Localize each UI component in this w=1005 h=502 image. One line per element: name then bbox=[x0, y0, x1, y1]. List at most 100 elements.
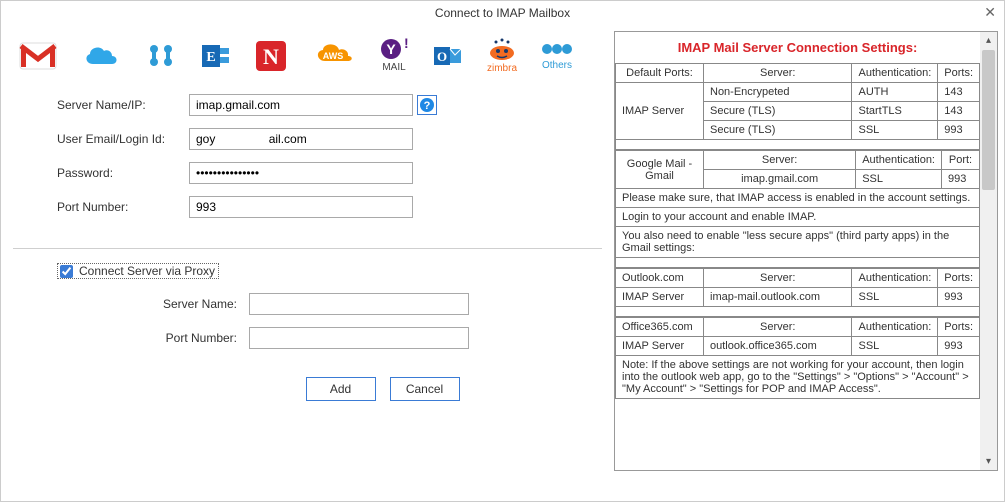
close-icon[interactable]: ✕ bbox=[984, 4, 996, 21]
scrollbar[interactable]: ▴ ▾ bbox=[980, 32, 997, 470]
t1-r1c2: Non-Encrypeted bbox=[704, 83, 852, 102]
provider-icons: E N AWS Y ! bbox=[13, 33, 602, 88]
t1-r3c2: Secure (TLS) bbox=[704, 121, 852, 140]
svg-text:N: N bbox=[263, 44, 279, 69]
t3-h2: Server: bbox=[704, 269, 852, 288]
t1-r1c4: 143 bbox=[938, 83, 980, 102]
proxy-checkbox[interactable] bbox=[60, 265, 73, 278]
provider-others-label: Others bbox=[542, 60, 572, 71]
provider-gmail[interactable] bbox=[19, 42, 57, 70]
window-title: Connect to IMAP Mailbox bbox=[435, 6, 570, 20]
t3-r1c3: SSL bbox=[852, 288, 938, 307]
user-input[interactable] bbox=[189, 128, 413, 150]
proxy-checkbox-label[interactable]: Connect Server via Proxy bbox=[57, 263, 219, 279]
port-label: Port Number: bbox=[57, 200, 189, 214]
titlebar: Connect to IMAP Mailbox ✕ bbox=[1, 1, 1004, 25]
table-outlook: Outlook.com Server: Authentication: Port… bbox=[615, 268, 980, 317]
t2-h4: Port: bbox=[942, 151, 980, 170]
provider-yahoo-label: MAIL bbox=[382, 62, 405, 73]
scroll-down-icon[interactable]: ▾ bbox=[980, 453, 997, 470]
provider-zimbra[interactable]: zimbra bbox=[487, 37, 517, 74]
provider-zimbra-label: zimbra bbox=[487, 63, 517, 74]
t1-r1c1: IMAP Server bbox=[616, 83, 704, 140]
people-icon bbox=[145, 41, 177, 71]
t4-r1c1: IMAP Server bbox=[616, 337, 704, 356]
t4-r1c4: 993 bbox=[938, 337, 980, 356]
t1-r2c4: 143 bbox=[938, 102, 980, 121]
t2-h3: Authentication: bbox=[856, 151, 942, 170]
provider-others[interactable]: Others bbox=[541, 40, 573, 71]
t3-h3: Authentication: bbox=[852, 269, 938, 288]
content: E N AWS Y ! bbox=[1, 25, 1004, 501]
add-button[interactable]: Add bbox=[306, 377, 376, 401]
t1-r3c4: 993 bbox=[938, 121, 980, 140]
proxy-server-label: Server Name: bbox=[101, 297, 249, 311]
password-label: Password: bbox=[57, 166, 189, 180]
t4-h1: Office365.com bbox=[616, 318, 704, 337]
server-input[interactable] bbox=[189, 94, 413, 116]
outlook-icon: O bbox=[433, 41, 463, 71]
provider-outlook-app[interactable]: O bbox=[433, 41, 463, 71]
t4-h4: Ports: bbox=[938, 318, 980, 337]
svg-text:E: E bbox=[206, 50, 215, 65]
cancel-button[interactable]: Cancel bbox=[390, 377, 460, 401]
provider-icloud[interactable] bbox=[81, 42, 121, 70]
provider-aws[interactable]: AWS bbox=[311, 41, 355, 71]
t2-r1c2: imap.gmail.com bbox=[704, 170, 856, 189]
t1-h4: Ports: bbox=[938, 64, 980, 83]
t1-h2: Server: bbox=[704, 64, 852, 83]
t3-r1c4: 993 bbox=[938, 288, 980, 307]
t2-h1: Google Mail - Gmail bbox=[616, 151, 704, 189]
scroll-thumb[interactable] bbox=[982, 50, 995, 190]
gmail-icon bbox=[19, 42, 57, 70]
t3-h1: Outlook.com bbox=[616, 269, 704, 288]
provider-yahoo[interactable]: Y ! MAIL bbox=[379, 38, 409, 73]
t1-r2c3: StartTLS bbox=[852, 102, 938, 121]
t3-r1c1: IMAP Server bbox=[616, 288, 704, 307]
proxy-port-input[interactable] bbox=[249, 327, 469, 349]
scroll-up-icon[interactable]: ▴ bbox=[980, 32, 997, 49]
server-label: Server Name/IP: bbox=[57, 98, 189, 112]
t4-r1c3: SSL bbox=[852, 337, 938, 356]
exchange-icon: E bbox=[201, 41, 231, 71]
t2-r1c3: SSL bbox=[856, 170, 942, 189]
t4-note: Note: If the above settings are not work… bbox=[616, 356, 980, 399]
t1-r1c3: AUTH bbox=[852, 83, 938, 102]
t2-r1c4: 993 bbox=[942, 170, 980, 189]
svg-text:!: ! bbox=[404, 38, 409, 51]
right-title: IMAP Mail Server Connection Settings: bbox=[615, 32, 980, 63]
t2-h1b: Gmail bbox=[645, 170, 674, 182]
table-default-ports: Default Ports: Server: Authentication: P… bbox=[615, 63, 980, 150]
password-input[interactable] bbox=[189, 162, 413, 184]
t2-note1: Please make sure, that IMAP access is en… bbox=[616, 189, 980, 208]
provider-exchange[interactable]: E bbox=[201, 41, 231, 71]
port-input[interactable] bbox=[189, 196, 413, 218]
table-gmail: Google Mail - Gmail Server: Authenticati… bbox=[615, 150, 980, 268]
proxy-checkbox-row: Connect Server via Proxy bbox=[13, 263, 602, 281]
separator bbox=[13, 248, 602, 249]
svg-text:?: ? bbox=[424, 100, 431, 112]
right-content: IMAP Mail Server Connection Settings: De… bbox=[615, 32, 980, 470]
right-panel: IMAP Mail Server Connection Settings: De… bbox=[614, 31, 998, 471]
cloud-icon bbox=[81, 42, 121, 70]
help-icon[interactable]: ? bbox=[417, 95, 437, 115]
t3-h4: Ports: bbox=[938, 269, 980, 288]
provider-nylas[interactable]: N bbox=[255, 40, 287, 72]
t2-note2: Login to your account and enable IMAP. bbox=[616, 208, 980, 227]
t2-h1a: Google Mail - bbox=[627, 158, 692, 170]
provider-groupwise[interactable] bbox=[145, 41, 177, 71]
t1-r2c2: Secure (TLS) bbox=[704, 102, 852, 121]
svg-text:Y: Y bbox=[386, 41, 396, 57]
zimbra-icon bbox=[487, 37, 517, 61]
proxy-server-input[interactable] bbox=[249, 293, 469, 315]
t4-h2: Server: bbox=[704, 318, 852, 337]
t4-r1c2: outlook.office365.com bbox=[704, 337, 852, 356]
aws-icon: AWS bbox=[311, 41, 355, 71]
connection-form: Server Name/IP: ? User Email/Login Id: P… bbox=[13, 88, 602, 224]
t3-r1c2: imap-mail.outlook.com bbox=[704, 288, 852, 307]
t4-h3: Authentication: bbox=[852, 318, 938, 337]
user-label: User Email/Login Id: bbox=[57, 132, 189, 146]
button-row: Add Cancel bbox=[13, 355, 602, 401]
t1-h1: Default Ports: bbox=[616, 64, 704, 83]
yahoo-icon: Y ! bbox=[379, 38, 409, 60]
